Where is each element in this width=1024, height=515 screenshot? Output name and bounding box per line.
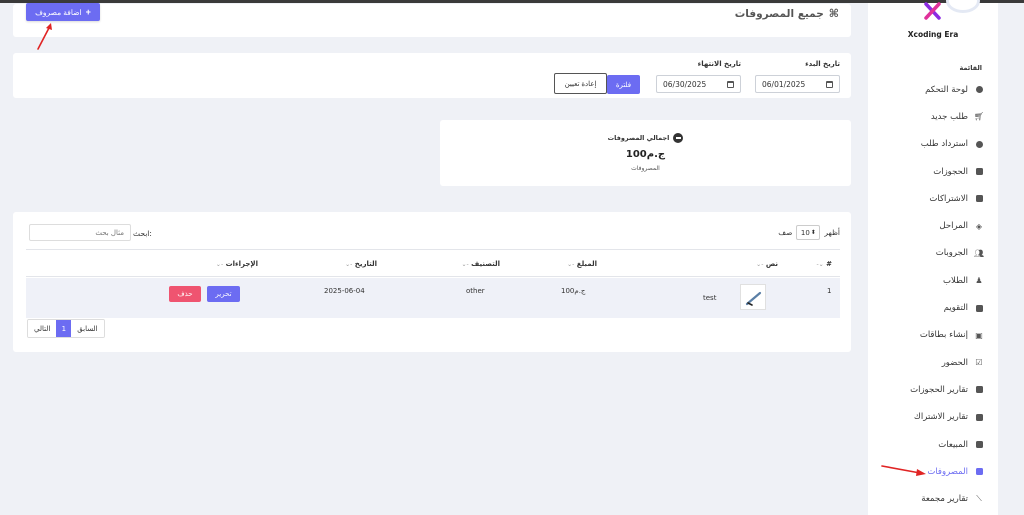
sidebar-item-sales[interactable]: المبيعات: [868, 431, 998, 458]
expense-image[interactable]: [740, 284, 766, 310]
id-card-icon: ▣: [975, 330, 983, 340]
reset-button[interactable]: إعادة تعيين: [554, 73, 607, 94]
money-icon: [974, 467, 984, 477]
delete-button[interactable]: حذف: [169, 286, 201, 302]
sidebar: Xcoding Era القائمة لوحة التحكم 🛒︎ طلب جد…: [868, 0, 998, 515]
page-title: ⌘ جميع المصروفات: [735, 7, 839, 20]
sidebar-item-subscription-reports[interactable]: تقارير الاشتراك: [868, 404, 998, 431]
expenses-summary-card: اجمالي المصروفات 100ج.م المصروفات: [440, 120, 851, 186]
brand-name: Xcoding Era: [907, 30, 959, 39]
menu-title: القائمة: [959, 64, 982, 72]
sidebar-item-dashboard[interactable]: لوحة التحكم: [868, 76, 998, 103]
end-date-input[interactable]: 06/30/2025: [656, 75, 741, 93]
brand-logo-icon: [924, 2, 941, 20]
sidebar-item-create-cards[interactable]: ▣ إنشاء بطاقات: [868, 322, 998, 349]
student-icon: ♟: [975, 276, 983, 286]
sidebar-item-bookings[interactable]: الحجوزات: [868, 158, 998, 185]
rows-label: صف: [778, 228, 793, 237]
column-header-amount[interactable]: المبلغ -⌄: [567, 260, 597, 268]
layers-icon: ◈: [975, 221, 983, 231]
calendar-icon: [727, 80, 734, 88]
book-icon: [974, 167, 984, 177]
cart-icon: 🛒︎: [973, 112, 985, 122]
page-length-control: صف 10 ⬍ أظهر: [778, 225, 840, 240]
show-label: أظهر: [824, 228, 840, 237]
page-header: ⌘ جميع المصروفات: [13, 4, 851, 37]
dashboard-icon: [974, 85, 984, 95]
summary-caption: المصروفات: [631, 165, 660, 172]
chart-line-icon: ⟋: [976, 494, 982, 504]
refund-icon: [974, 139, 984, 149]
page-length-value: 10: [800, 228, 810, 237]
page-length-select[interactable]: 10 ⬍: [796, 225, 821, 240]
expenses-table-card: صف 10 ⬍ أظهر ابحث: # ⌄- نص -⌄ المبلغ -⌄ …: [13, 212, 851, 352]
command-icon: ⌘: [828, 7, 839, 20]
calendar-check-icon: ☑: [975, 358, 983, 368]
sidebar-item-stages[interactable]: ◈ المراحل: [868, 212, 998, 239]
row-amount: 100ج.م: [561, 287, 586, 295]
calendar-icon: [974, 194, 984, 204]
column-header-index[interactable]: # ⌄-: [816, 260, 832, 268]
sidebar-item-subscriptions[interactable]: الاشتراكات: [868, 185, 998, 212]
minus-circle-icon: [673, 133, 684, 143]
end-date-value: 06/30/2025: [663, 79, 707, 89]
add-expense-label: اضافة مصروف: [35, 7, 82, 17]
row-index: 1: [827, 287, 832, 295]
sidebar-item-students[interactable]: ♟ الطلاب: [868, 267, 998, 294]
page-title-text: جميع المصروفات: [734, 7, 824, 20]
search-label: ابحث:: [133, 229, 152, 238]
sidebar-item-calendar[interactable]: التقويم: [868, 294, 998, 321]
plus-icon: +: [85, 7, 91, 17]
calendar-icon: [826, 80, 833, 88]
users-icon: 👥︎: [973, 248, 985, 258]
table-header: # ⌄- نص -⌄ المبلغ -⌄ التصنيف -⌄ التاريخ …: [26, 249, 840, 277]
sidebar-item-booking-reports[interactable]: تقارير الحجوزات: [868, 376, 998, 403]
sidebar-item-new-order[interactable]: 🛒︎ طلب جديد: [868, 103, 998, 130]
pen-icon: [745, 291, 762, 306]
column-header-text[interactable]: نص -⌄: [756, 260, 778, 268]
pagination-prev[interactable]: السابق: [71, 320, 104, 337]
annotation-arrow-icon: [881, 465, 926, 476]
row-text: test: [703, 294, 717, 302]
pagination: التالي 1 السابق: [27, 319, 105, 338]
edit-button[interactable]: تحرير: [207, 286, 240, 302]
add-expense-button[interactable]: + اضافة مصروف: [26, 3, 100, 21]
column-header-category[interactable]: التصنيف -⌄: [462, 260, 500, 268]
summary-value: 100ج.م: [625, 149, 666, 160]
sidebar-item-aggregate-reports[interactable]: ⟋ تقارير مجمعة: [868, 485, 998, 512]
money-icon: [974, 440, 984, 450]
brand-badge: [946, 0, 980, 13]
summary-title-text: اجمالي المصروفات: [607, 134, 670, 142]
sort-arrows-icon: ⬍: [810, 229, 816, 236]
start-date-value: 06/01/2025: [762, 79, 806, 89]
start-date-input[interactable]: 06/01/2025: [755, 75, 840, 93]
brand: Xcoding Era: [868, 0, 998, 53]
pagination-next[interactable]: التالي: [28, 320, 57, 337]
row-date: 2025-06-04: [324, 287, 365, 295]
filter-panel: تاريخ البدء 06/01/2025 تاريخ الانتهاء 06…: [13, 53, 851, 98]
calendar-icon: [974, 412, 984, 422]
annotation-arrow-icon: [37, 23, 52, 50]
summary-title: اجمالي المصروفات: [440, 133, 851, 143]
end-date-label: تاريخ الانتهاء: [697, 60, 741, 68]
calendar-icon: [974, 303, 984, 313]
book-icon: [974, 385, 984, 395]
sidebar-menu: لوحة التحكم 🛒︎ طلب جديد استرداد طلب الحجو…: [868, 76, 998, 513]
filter-button[interactable]: فلترة: [607, 75, 640, 94]
column-header-date[interactable]: التاريخ -⌄: [345, 260, 377, 268]
start-date-label: تاريخ البدء: [805, 60, 840, 68]
search-input[interactable]: [29, 224, 131, 241]
column-header-actions[interactable]: الإجراءات -⌄: [216, 260, 258, 268]
sidebar-item-groups[interactable]: 👥︎ الجروبات: [868, 240, 998, 267]
table-row: 1 test 100ج.م other 2025-06-04 تحرير حذف: [26, 278, 840, 318]
row-category: other: [466, 287, 485, 295]
sidebar-item-attendance[interactable]: ☑ الحضور: [868, 349, 998, 376]
pagination-page-1[interactable]: 1: [56, 320, 72, 337]
sidebar-item-refund[interactable]: استرداد طلب: [868, 131, 998, 158]
